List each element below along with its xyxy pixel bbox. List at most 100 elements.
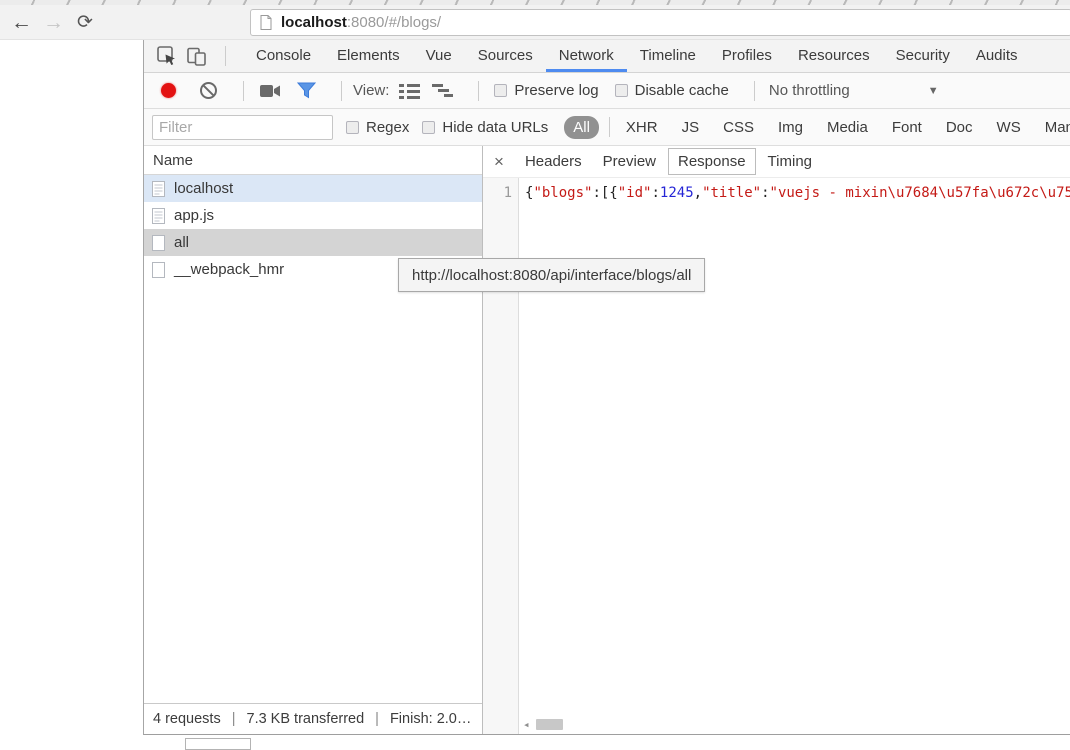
- response-token: "vuejs - mixin\u7684\u57fa\u672c\u75: [770, 185, 1070, 201]
- disable-cache-checkbox[interactable]: [615, 84, 628, 97]
- hide-data-urls-label: Hide data URLs: [442, 119, 548, 136]
- devtools-tab-list: ConsoleElementsVueSourcesNetworkTimeline…: [243, 40, 1031, 72]
- filter-type-font[interactable]: Font: [880, 119, 934, 136]
- network-status-bar: 4 requests | 7.3 KB transferred | Finish: 2.…: [144, 703, 482, 734]
- request-row-localhost[interactable]: localhost: [144, 175, 482, 202]
- filter-type-manifest[interactable]: Manifest: [1033, 119, 1070, 136]
- page-partial-element: [185, 738, 251, 750]
- view-label: View:: [353, 82, 389, 99]
- filter-type-css[interactable]: CSS: [711, 119, 766, 136]
- request-name: __webpack_hmr: [174, 261, 284, 278]
- response-token: "id": [618, 185, 652, 201]
- name-column-header[interactable]: Name: [144, 146, 482, 175]
- devtools-tab-resources[interactable]: Resources: [785, 40, 883, 72]
- blank-icon: [152, 235, 165, 251]
- scrollbar-thumb[interactable]: [536, 719, 563, 730]
- status-segment: Finish: 2.0…: [390, 711, 471, 727]
- divider: [341, 81, 342, 101]
- devtools-tab-profiles[interactable]: Profiles: [709, 40, 785, 72]
- forward-icon[interactable]: →: [43, 12, 64, 33]
- document-icon: [152, 208, 165, 224]
- close-icon[interactable]: ×: [494, 152, 504, 172]
- status-segment: 4 requests: [153, 711, 221, 727]
- filter-type-all[interactable]: All: [564, 116, 599, 139]
- request-detail-pane: × HeadersPreviewResponseTiming 1 {"blogs…: [483, 146, 1070, 734]
- record-icon[interactable]: [161, 83, 176, 98]
- status-separator: |: [232, 711, 236, 727]
- document-icon: [152, 181, 165, 197]
- detail-tab-timing[interactable]: Timing: [759, 149, 821, 174]
- regex-checkbox[interactable]: [346, 121, 359, 134]
- request-name: all: [174, 234, 189, 251]
- network-main: Name localhost app.js all __webpack_hmr 4 r…: [144, 146, 1070, 734]
- response-token: "blogs": [533, 185, 592, 201]
- devtools-tab-network[interactable]: Network: [546, 40, 627, 72]
- preserve-log-checkbox[interactable]: [494, 84, 507, 97]
- devtools-tab-vue[interactable]: Vue: [413, 40, 465, 72]
- request-row-app.js[interactable]: app.js: [144, 202, 482, 229]
- devtools-tab-elements[interactable]: Elements: [324, 40, 413, 72]
- devtools-tab-sources[interactable]: Sources: [465, 40, 546, 72]
- filter-input[interactable]: [152, 115, 333, 140]
- url-host: localhost: [281, 14, 347, 31]
- chevron-down-icon: ▼: [928, 85, 939, 97]
- network-filter-bar: Regex Hide data URLs All XHRJSCSSImgMedia…: [144, 109, 1070, 146]
- filter-type-img[interactable]: Img: [766, 119, 815, 136]
- clear-icon[interactable]: [199, 81, 218, 100]
- divider: [609, 117, 610, 137]
- request-list: localhost app.js all __webpack_hmr: [144, 175, 482, 703]
- reload-icon[interactable]: ⟳: [77, 13, 93, 32]
- detail-tab-headers[interactable]: Headers: [516, 149, 591, 174]
- filter-funnel-icon[interactable]: [297, 82, 316, 99]
- page-bottom-strip: [143, 735, 1070, 742]
- response-token: "title": [702, 185, 761, 201]
- page-content-area: [0, 40, 143, 742]
- detail-tabbar: × HeadersPreviewResponseTiming: [483, 146, 1070, 178]
- detail-tab-response[interactable]: Response: [668, 148, 756, 175]
- scroll-left-icon[interactable]: ◂: [523, 719, 530, 730]
- response-token: :: [651, 185, 659, 201]
- devtools-tab-audits[interactable]: Audits: [963, 40, 1031, 72]
- back-icon[interactable]: ←: [11, 12, 32, 33]
- devtools-tab-timeline[interactable]: Timeline: [627, 40, 709, 72]
- url-bar[interactable]: localhost:8080/#/blogs/: [250, 9, 1070, 36]
- resource-type-filter-list: AllXHRJSCSSImgMediaFontDocWSManifestOthe…: [554, 116, 1070, 139]
- divider: [243, 81, 244, 101]
- devtools-tab-console[interactable]: Console: [243, 40, 324, 72]
- filter-type-media[interactable]: Media: [815, 119, 880, 136]
- use-large-rows-icon[interactable]: [399, 83, 420, 99]
- requests-pane: Name localhost app.js all __webpack_hmr 4 r…: [144, 146, 483, 734]
- throttling-value: No throttling: [769, 82, 850, 99]
- disable-cache-label: Disable cache: [635, 82, 729, 99]
- regex-label: Regex: [366, 119, 409, 136]
- divider: [754, 81, 755, 101]
- response-token: 1245: [660, 185, 694, 201]
- blank-icon: [152, 262, 165, 278]
- request-name: localhost: [174, 180, 233, 197]
- filter-type-js[interactable]: JS: [670, 119, 712, 136]
- devtools-panel: ConsoleElementsVueSourcesNetworkTimeline…: [143, 40, 1070, 735]
- filter-type-xhr[interactable]: XHR: [614, 119, 670, 136]
- page-icon: [260, 15, 272, 30]
- filter-type-ws[interactable]: WS: [985, 119, 1033, 136]
- request-row-all[interactable]: all: [144, 229, 482, 256]
- response-token: ,: [694, 185, 702, 201]
- inspect-element-icon[interactable]: [157, 46, 177, 66]
- detail-tab-preview[interactable]: Preview: [594, 149, 665, 174]
- toggle-device-toolbar-icon[interactable]: [186, 46, 207, 66]
- request-name: app.js: [174, 207, 214, 224]
- hide-data-urls-checkbox[interactable]: [422, 121, 435, 134]
- throttling-select[interactable]: No throttling ▼: [769, 82, 939, 99]
- divider: [478, 81, 479, 101]
- status-separator: |: [375, 711, 379, 727]
- screenshot-camera-icon[interactable]: [260, 84, 281, 98]
- devtools-tab-security[interactable]: Security: [883, 40, 963, 72]
- browser-toolbar: ← → ⟳ localhost:8080/#/blogs/: [0, 5, 1070, 40]
- horizontal-scrollbar[interactable]: ◂: [523, 718, 1066, 731]
- status-segment: 7.3 KB transferred: [247, 711, 365, 727]
- url-path: :8080/#/blogs/: [347, 14, 441, 31]
- show-waterfall-icon[interactable]: [432, 83, 453, 98]
- network-controls-bar: View: Preserve log Disable cache No thro…: [144, 73, 1070, 109]
- filter-type-doc[interactable]: Doc: [934, 119, 985, 136]
- divider: [225, 46, 226, 66]
